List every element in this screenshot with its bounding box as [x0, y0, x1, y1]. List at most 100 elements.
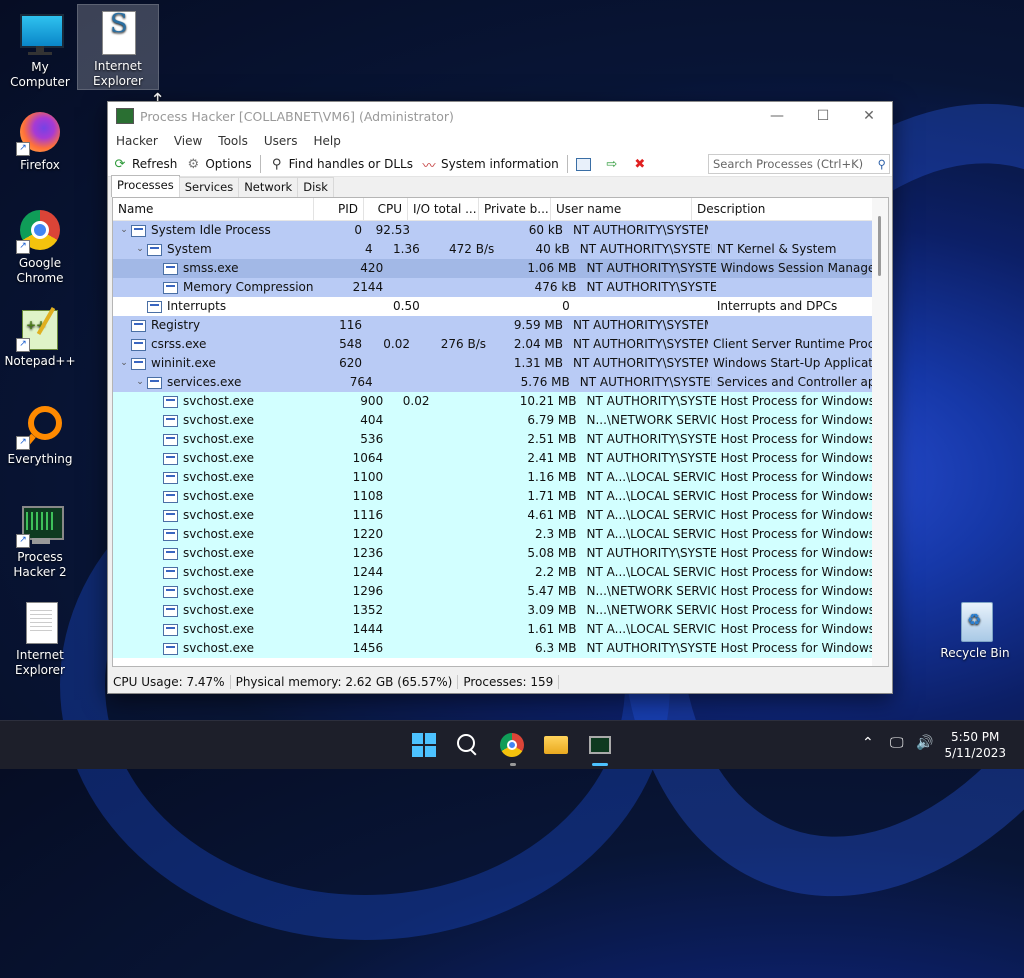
- find-handles-button[interactable]: ⚲ Find handles or DLLs: [265, 153, 417, 175]
- process-cpu: 0.02: [402, 394, 430, 408]
- process-io-total: [435, 411, 508, 430]
- process-name-cell: ⌄ services.exe: [113, 373, 319, 392]
- volume-icon[interactable]: 🔊: [916, 735, 933, 751]
- terminate-button[interactable]: ✖: [628, 153, 656, 175]
- maximize-button[interactable]: ☐: [800, 102, 846, 130]
- refresh-button[interactable]: ⟳ Refresh: [108, 153, 181, 175]
- desktop-icon-recycle-bin[interactable]: ♻ Recycle Bin: [935, 592, 1015, 661]
- table-row[interactable]: Interrupts 0.50 0 Interrupts and DPCs: [113, 297, 888, 316]
- column-header-description[interactable]: Description: [692, 198, 872, 220]
- desktop-icon-notepad-plus-plus[interactable]: ++ ↗ Notepad++: [0, 300, 80, 369]
- table-row[interactable]: svchost.exe 1444 1.61 MB NT A...\LOCAL SERV…: [113, 620, 888, 639]
- menu-users[interactable]: Users: [256, 134, 306, 148]
- process-private-bytes: 4.61 MB: [527, 508, 577, 522]
- process-description: Host Process for Windows Ser...: [720, 394, 888, 408]
- desktop-icon-label: Process Hacker 2: [13, 550, 67, 579]
- taskbar-chrome-button[interactable]: [498, 731, 526, 759]
- properties-button[interactable]: ⇨: [600, 153, 628, 175]
- process-hacker-window[interactable]: Process Hacker [COLLABNET\VM6] (Administ…: [107, 101, 893, 694]
- taskbar-process-hacker-button[interactable]: [586, 731, 614, 759]
- process-name: svchost.exe: [183, 641, 254, 655]
- expand-chevron-icon[interactable]: ⌄: [117, 221, 131, 240]
- search-input[interactable]: Search Processes (Ctrl+K) ⚲: [708, 154, 890, 174]
- vertical-scrollbar[interactable]: [872, 198, 888, 666]
- table-row[interactable]: svchost.exe 1456 6.3 MB NT AUTHORITY\SYSTEM…: [113, 639, 888, 658]
- menu-hacker[interactable]: Hacker: [108, 134, 166, 148]
- table-row[interactable]: Memory Compression 2144 476 kB NT AUTHORITY…: [113, 278, 888, 297]
- chrome-icon: ↗: [16, 208, 62, 254]
- clock[interactable]: 5:50 PM 5/11/2023: [944, 729, 1006, 761]
- table-row[interactable]: svchost.exe 1352 3.09 MB N...\NETWORK SERVI…: [113, 601, 888, 620]
- column-header-io-total[interactable]: I/O total ...: [408, 198, 479, 220]
- table-row[interactable]: ⌄ wininit.exe 620 1.31 MB NT AUTHORITY\SYSTE…: [113, 354, 888, 373]
- menu-view[interactable]: View: [166, 134, 210, 148]
- process-table[interactable]: Name PID CPU I/O total ... Private b... …: [112, 197, 889, 667]
- tab-network[interactable]: Network: [238, 177, 299, 197]
- desktop-icon-internet-explorer-top[interactable]: S Internet Explorer: [77, 4, 159, 90]
- desktop-icon-internet-explorer[interactable]: Internet Explorer: [0, 594, 80, 678]
- process-icon: [147, 300, 162, 313]
- minimize-button[interactable]: —: [754, 102, 800, 130]
- system-information-button[interactable]: 〰 System information: [417, 153, 563, 175]
- table-row[interactable]: csrss.exe 548 0.02 276 B/s 2.04 MB NT AUTHORI…: [113, 335, 888, 354]
- process-user-name: NT AUTHORITY\SYSTEM: [586, 432, 716, 446]
- process-name: svchost.exe: [183, 527, 254, 541]
- table-row[interactable]: ⌄ System Idle Process 0 92.53 60 kB NT AUTHOR…: [113, 221, 888, 240]
- table-row[interactable]: svchost.exe 1108 1.71 MB NT A...\LOCAL SERV…: [113, 487, 888, 506]
- column-header-pid[interactable]: PID: [314, 198, 364, 220]
- table-row[interactable]: svchost.exe 536 2.51 MB NT AUTHORITY\SYSTEM…: [113, 430, 888, 449]
- scrollbar-thumb[interactable]: [878, 216, 881, 276]
- process-cpu: [388, 430, 434, 449]
- tab-processes[interactable]: Processes: [111, 175, 180, 197]
- process-pid: 548: [339, 337, 362, 351]
- menu-help[interactable]: Help: [305, 134, 348, 148]
- table-row[interactable]: svchost.exe 1100 1.16 MB NT A...\LOCAL SERV…: [113, 468, 888, 487]
- close-button[interactable]: ✕: [846, 102, 892, 130]
- desktop-icon-my-computer[interactable]: My Computer: [0, 6, 80, 90]
- desktop-icon-google-chrome[interactable]: ↗ Google Chrome: [0, 202, 80, 286]
- network-icon[interactable]: 🖵: [890, 735, 904, 751]
- desktop-icon-everything[interactable]: ↗ Everything: [0, 398, 80, 467]
- process-io-total: 472 B/s: [449, 242, 495, 256]
- expand-chevron-icon[interactable]: ⌄: [117, 354, 131, 373]
- process-io-total: [435, 430, 508, 449]
- table-row[interactable]: svchost.exe 1116 4.61 MB NT A...\LOCAL SERV…: [113, 506, 888, 525]
- notepad-plus-plus-icon: ++ ↗: [16, 306, 62, 352]
- process-private-bytes: 2.2 MB: [535, 565, 577, 579]
- table-row[interactable]: ⌄ System 4 1.36 472 B/s 40 kB NT AUTHORITY\SYS…: [113, 240, 888, 259]
- new-window-button[interactable]: [572, 153, 600, 175]
- process-pid: 1220: [352, 527, 384, 541]
- table-row[interactable]: svchost.exe 1236 5.08 MB NT AUTHORITY\SYSTE…: [113, 544, 888, 563]
- tab-disk[interactable]: Disk: [297, 177, 334, 197]
- column-header-private-bytes[interactable]: Private b...: [479, 198, 551, 220]
- process-io-total: [435, 449, 508, 468]
- menu-tools[interactable]: Tools: [210, 134, 256, 148]
- column-header-name[interactable]: Name: [113, 198, 314, 220]
- column-header-cpu[interactable]: CPU: [364, 198, 408, 220]
- taskbar-file-explorer-button[interactable]: [542, 731, 570, 759]
- search-button[interactable]: [454, 731, 482, 759]
- table-row[interactable]: svchost.exe 1064 2.41 MB NT AUTHORITY\SYSTE…: [113, 449, 888, 468]
- title-bar[interactable]: Process Hacker [COLLABNET\VM6] (Administ…: [108, 102, 892, 130]
- table-row[interactable]: smss.exe 420 1.06 MB NT AUTHORITY\SYSTEM Win…: [113, 259, 888, 278]
- expand-chevron-icon[interactable]: ⌄: [133, 240, 147, 259]
- desktop-icon-firefox[interactable]: ↗ Firefox: [0, 104, 80, 173]
- start-button[interactable]: [410, 731, 438, 759]
- table-row[interactable]: svchost.exe 1220 2.3 MB NT A...\LOCAL SERVI…: [113, 525, 888, 544]
- options-button[interactable]: ⚙ Options: [181, 153, 255, 175]
- desktop-icon-process-hacker-2[interactable]: ↗ Process Hacker 2: [0, 496, 80, 580]
- column-header-user-name[interactable]: User name: [551, 198, 692, 220]
- monitor-icon: [18, 12, 64, 56]
- process-private-bytes: 6.3 MB: [535, 641, 577, 655]
- process-private-bytes: 2.3 MB: [535, 527, 577, 541]
- table-row[interactable]: Registry 116 9.59 MB NT AUTHORITY\SYSTEM: [113, 316, 888, 335]
- table-row[interactable]: svchost.exe 404 6.79 MB N...\NETWORK SERVIC…: [113, 411, 888, 430]
- table-row[interactable]: svchost.exe 1244 2.2 MB NT A...\LOCAL SERVI…: [113, 563, 888, 582]
- table-row[interactable]: svchost.exe 900 0.02 10.21 MB NT AUTHORITY\S…: [113, 392, 888, 411]
- table-row[interactable]: svchost.exe 1296 5.47 MB N...\NETWORK SERVI…: [113, 582, 888, 601]
- tab-services[interactable]: Services: [178, 177, 240, 197]
- process-user-name: [575, 297, 712, 316]
- table-row[interactable]: ⌄ services.exe 764 5.76 MB NT AUTHORITY\SYST…: [113, 373, 888, 392]
- expand-chevron-icon[interactable]: ⌄: [133, 373, 147, 392]
- show-hidden-icons-button[interactable]: ⌃: [862, 735, 874, 751]
